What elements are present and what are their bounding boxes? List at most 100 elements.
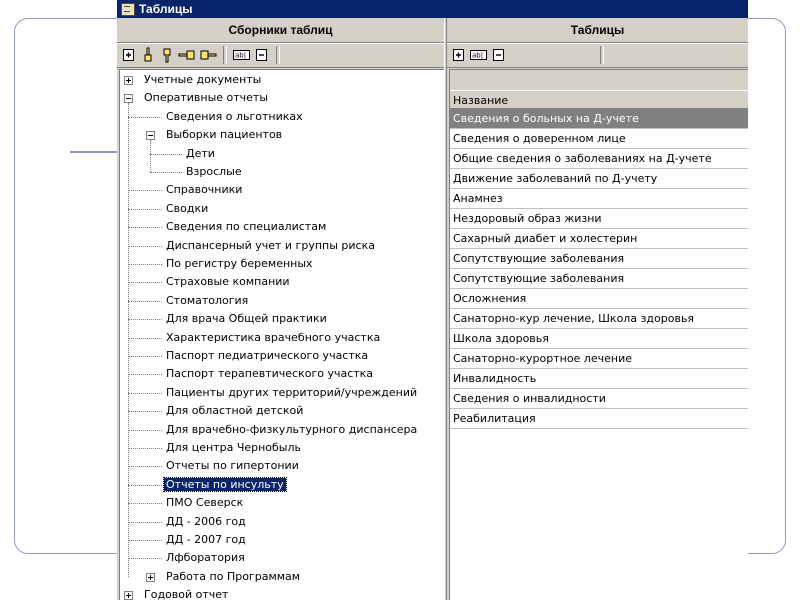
tree-connector xyxy=(128,392,162,394)
tree-item[interactable]: Оперативные отчеты xyxy=(142,89,270,107)
table-row[interactable]: Нездоровый образ жизни xyxy=(450,209,748,229)
tree-item[interactable]: Выборки пациентов xyxy=(164,126,284,144)
rename-icon: ab| xyxy=(470,50,487,60)
column-header-name[interactable]: Название xyxy=(450,90,748,109)
move-left-button[interactable] xyxy=(178,47,196,63)
tree-item[interactable]: Для врачебно-физкультурного диспансера xyxy=(164,421,419,439)
tree-connector xyxy=(128,245,162,247)
table-row[interactable]: Школа здоровья xyxy=(450,329,748,349)
expand-icon[interactable] xyxy=(124,591,133,600)
add-icon xyxy=(123,49,134,61)
tree-item-label: Лфборатория xyxy=(166,551,245,565)
delete-collection-button[interactable] xyxy=(254,47,270,63)
tree-connector xyxy=(128,521,162,523)
tree-item[interactable]: Годовой отчет xyxy=(142,586,230,600)
grid-rows: Сведения о больных на Д-учете Сведения о … xyxy=(450,109,748,429)
tree-item-label: Для врача Общей практики xyxy=(166,312,327,326)
svg-text:ab|: ab| xyxy=(235,52,246,60)
tree-item-label: Отчеты по гипертонии xyxy=(166,459,299,473)
tree-item[interactable]: Стоматология xyxy=(164,292,250,310)
tree-item[interactable]: Работа по Программам xyxy=(164,568,302,586)
tree-item-label: ПМО Северск xyxy=(166,496,244,510)
tree-item[interactable]: Характеристика врачебного участка xyxy=(164,329,382,347)
tree-item[interactable]: Для центра Чернобыль xyxy=(164,439,303,457)
tree-item-label: Годовой отчет xyxy=(144,588,229,600)
collapse-icon[interactable] xyxy=(146,131,155,141)
tree-item[interactable]: Учетные документы xyxy=(142,71,263,89)
move-right-button[interactable] xyxy=(199,47,217,63)
collections-tree[interactable]: Учетные документы Оперативные отчеты Сведе… xyxy=(119,69,445,600)
table-row[interactable]: Инвалидность xyxy=(450,369,748,389)
tables-toolbar: ab| xyxy=(447,43,748,68)
tree-item-label: ДД - 2007 год xyxy=(166,533,246,546)
expand-icon[interactable] xyxy=(124,76,133,85)
tree-connector xyxy=(128,300,162,302)
tree-connector xyxy=(128,448,162,449)
tree-item-label: Сведения о льготниках xyxy=(166,109,303,123)
tree-item[interactable]: Диспансерный учет и группы риска xyxy=(164,237,377,255)
tree-item[interactable]: Взрослые xyxy=(184,163,244,181)
tree-item-label: Оперативные отчеты xyxy=(144,91,269,105)
move-down-button[interactable] xyxy=(159,47,175,63)
delete-table-button[interactable] xyxy=(491,47,507,63)
table-row[interactable]: Сахарный диабет и холестерин xyxy=(450,229,748,249)
tree-item[interactable]: ДД - 2007 год xyxy=(164,531,248,549)
tree-item[interactable]: Справочники xyxy=(164,181,244,199)
tree-item[interactable]: Отчеты по инсульту xyxy=(163,476,287,494)
toolbar-separator xyxy=(600,46,604,64)
toolbar-separator xyxy=(223,46,227,64)
table-row[interactable]: Санаторно-кур лечение, Школа здоровья xyxy=(450,309,748,329)
tree-item[interactable]: Лфборатория xyxy=(164,549,247,567)
tree-connector xyxy=(128,484,162,486)
collections-toolbar: ab| xyxy=(117,43,444,68)
tree-item[interactable]: ПМО Северск xyxy=(164,494,245,512)
tree-connector xyxy=(128,356,162,357)
tree-item[interactable]: Для областной детской xyxy=(164,402,305,420)
tree-item-label: Работа по Программам xyxy=(166,569,301,583)
hand-down-icon xyxy=(163,48,171,63)
tables-panel: Таблицы ab| Название Сведения о больных … xyxy=(447,18,748,600)
collapse-icon[interactable] xyxy=(124,94,133,104)
tree-connector xyxy=(128,540,162,541)
tree-connector xyxy=(128,411,162,413)
tree-item[interactable]: Пациенты других территорий/учреждений xyxy=(164,384,419,402)
table-row[interactable]: Сведения о доверенном лице xyxy=(450,129,748,149)
tree-item[interactable]: Дети xyxy=(184,145,217,163)
add-table-button[interactable] xyxy=(451,47,467,63)
table-row[interactable]: Общие сведения о заболеваниях на Д-учете xyxy=(450,149,748,169)
tree-item-label: Взрослые xyxy=(186,165,242,178)
expand-icon[interactable] xyxy=(146,572,155,582)
tree-item[interactable]: По регистру беременных xyxy=(164,255,315,273)
move-up-button[interactable] xyxy=(140,47,156,63)
table-row[interactable]: Реабилитация xyxy=(450,409,748,429)
table-row[interactable]: Сведения о больных на Д-учете xyxy=(450,109,748,129)
tables-header: Таблицы xyxy=(447,18,748,43)
tree-connector xyxy=(128,429,162,431)
tree-item-label: Стоматология xyxy=(166,293,249,307)
svg-text:ab|: ab| xyxy=(472,52,483,60)
table-row[interactable]: Сведения о инвалидности xyxy=(450,389,748,409)
title-bar[interactable]: Таблицы xyxy=(117,0,748,18)
tree-item[interactable]: Отчеты по гипертонии xyxy=(164,457,301,475)
tree-connector xyxy=(150,140,151,172)
table-row[interactable]: Санаторно-курортное лечение xyxy=(450,349,748,369)
add-collection-button[interactable] xyxy=(121,47,137,63)
table-row[interactable]: Анамнез xyxy=(450,189,748,209)
tree-item[interactable]: Для врача Общей практики xyxy=(164,310,329,328)
tree-item[interactable]: Сводки xyxy=(164,200,210,218)
tree-item[interactable]: Сведения о льготниках xyxy=(164,108,305,126)
tree-item[interactable]: Сведения по специалистам xyxy=(164,218,328,236)
tree-connector xyxy=(128,374,162,376)
tree-item[interactable]: ДД - 2006 год xyxy=(164,513,248,531)
table-row[interactable]: Сопутствующие заболевания xyxy=(450,249,748,269)
rename-collection-button[interactable]: ab| xyxy=(233,47,251,63)
tree-item[interactable]: Паспорт терапевтического участка xyxy=(164,365,375,383)
table-row[interactable]: Сопутствующие заболевания xyxy=(450,269,748,289)
tree-item[interactable]: Страховые компании xyxy=(164,273,292,291)
table-row[interactable]: Осложнения xyxy=(450,289,748,309)
table-row[interactable]: Движение заболеваний по Д-учету xyxy=(450,169,748,189)
tree-item[interactable]: Паспорт педиатрического участка xyxy=(164,347,370,365)
tree-connector xyxy=(128,319,162,321)
rename-table-button[interactable]: ab| xyxy=(470,47,488,63)
tree-item-label: Страховые компании xyxy=(166,275,290,289)
